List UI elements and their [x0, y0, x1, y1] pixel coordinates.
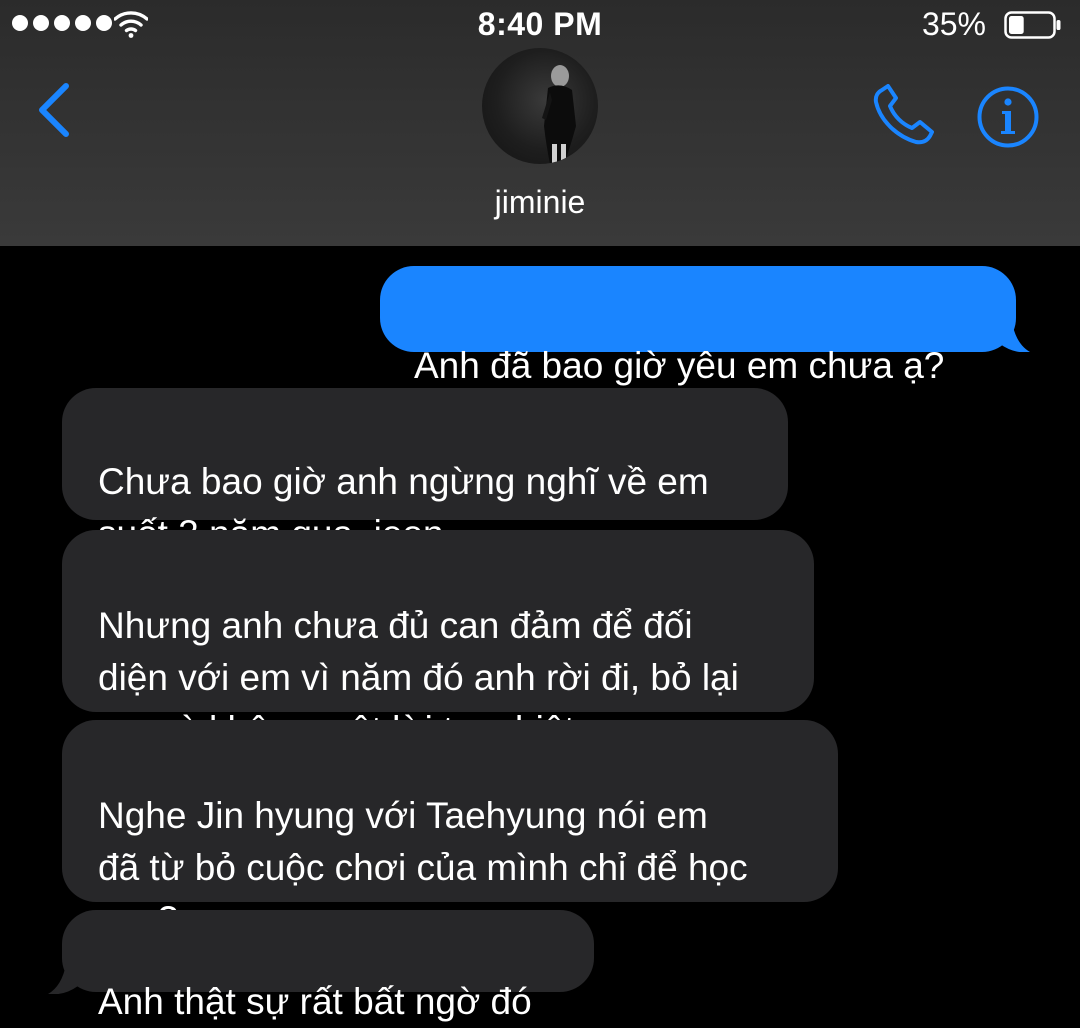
clock-time: 8:40 PM — [477, 6, 603, 42]
message-bubble-received[interactable]: Anh thật sự rất bất ngờ đó — [62, 910, 594, 1022]
contact-name[interactable]: jiminie — [0, 184, 1080, 221]
status-bar: 8:40 PM 35% — [0, 0, 1080, 52]
message-bubble-sent[interactable]: Anh đã bao giờ yêu em chưa ạ? — [380, 266, 1016, 386]
message-text: Anh đã bao giờ yêu em chưa ạ? — [414, 345, 945, 386]
contact-avatar[interactable] — [482, 48, 598, 164]
message-text: Anh thật sự rất bất ngờ đó — [98, 981, 532, 1022]
message-bubble-received[interactable]: Nghe Jin hyung với Taehyung nói em đã từ… — [62, 720, 838, 940]
battery-percentage: 35% — [921, 6, 986, 42]
back-button[interactable] — [28, 78, 84, 142]
info-icon[interactable] — [976, 85, 1040, 149]
phone-icon[interactable] — [872, 84, 938, 146]
message-bubble-received[interactable]: Chưa bao giờ anh ngừng nghĩ về em suốt 3… — [62, 388, 788, 554]
battery-icon — [1004, 11, 1061, 39]
bubble-tail — [1000, 322, 1030, 352]
message-bubble-received[interactable]: Nhưng anh chưa đủ can đảm để đối diện vớ… — [62, 530, 814, 750]
avatar-photo-icon — [542, 65, 576, 164]
conversation-header: 8:40 PM 35% jiminie — [0, 0, 1080, 246]
bubble-tail — [48, 964, 78, 994]
